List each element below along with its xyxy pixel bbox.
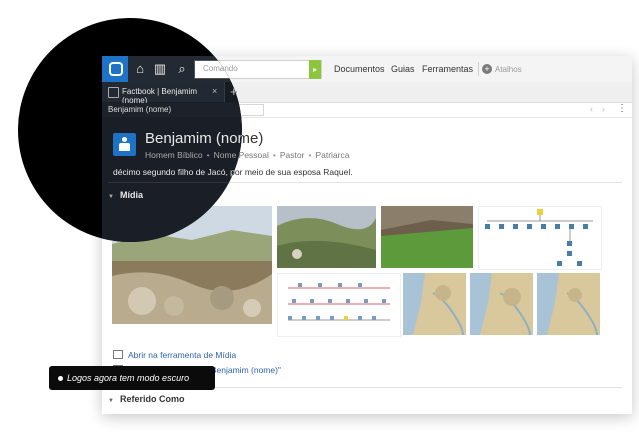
logos-icon[interactable] [102, 56, 128, 82]
menu-ferramentas[interactable]: Ferramentas [422, 64, 473, 74]
bullet-icon [58, 376, 63, 381]
article-description: décimo segundo filho de Jacó, por meio d… [113, 167, 242, 177]
address-bar: Benjamim (nome) [102, 103, 242, 117]
close-tab-icon[interactable]: × [212, 86, 217, 96]
article-types: Homem Bíblico•Nome Pessoal•Pastor [145, 150, 242, 160]
forward-icon[interactable]: › [602, 104, 605, 114]
command-input[interactable]: Comando [194, 60, 242, 79]
media-map-1[interactable] [403, 273, 466, 335]
shortcuts-label[interactable]: Atalhos [495, 65, 522, 74]
media-valley[interactable] [381, 206, 473, 268]
menu-documentos[interactable]: Documentos [334, 64, 385, 74]
dark-mode-callout: Logos agora tem modo escuro [49, 366, 215, 390]
divider [108, 182, 242, 183]
home-icon[interactable]: ⌂ [132, 61, 148, 77]
back-icon[interactable]: ‹ [590, 104, 593, 114]
dark-mode-spotlight: ⌂ ▥ ⌕ Comando Factbook | Benjamim (nome)… [18, 18, 242, 242]
factbook-icon [108, 87, 119, 98]
search-icon[interactable]: ⌕ [174, 61, 190, 77]
go-button[interactable]: ▸ [309, 60, 321, 79]
library-icon[interactable]: ▥ [152, 61, 168, 77]
section-referred-header[interactable]: ▼ Referido Como [108, 394, 184, 404]
article-title: Benjamim (nome) [145, 130, 242, 147]
media-map-2[interactable] [470, 273, 533, 335]
plus-circle-icon[interactable]: + [482, 64, 492, 74]
media-genealogy-chart[interactable] [277, 273, 401, 337]
media-hills[interactable] [277, 206, 376, 268]
person-icon [113, 133, 136, 156]
open-media-tool-link[interactable]: Abrir na ferramenta de Mídia [113, 350, 236, 360]
more-options-icon[interactable]: ⋮ [617, 103, 627, 114]
tab-factbook[interactable]: Factbook | Benjamim (nome) × [102, 82, 225, 105]
media-map-3[interactable] [537, 273, 600, 335]
section-media-header[interactable]: ▼Mídia [108, 190, 143, 200]
menu-guias[interactable]: Guias [391, 64, 415, 74]
new-tab-button[interactable]: + [230, 84, 238, 99]
toolbar-divider [478, 62, 479, 76]
media-icon [113, 350, 123, 359]
dark-window: ⌂ ▥ ⌕ Comando Factbook | Benjamim (nome)… [102, 56, 242, 242]
media-family-tree[interactable] [478, 206, 602, 270]
dark-top-toolbar: ⌂ ▥ ⌕ Comando [102, 56, 242, 82]
dark-tab-bar: Factbook | Benjamim (nome) × + [102, 82, 242, 105]
